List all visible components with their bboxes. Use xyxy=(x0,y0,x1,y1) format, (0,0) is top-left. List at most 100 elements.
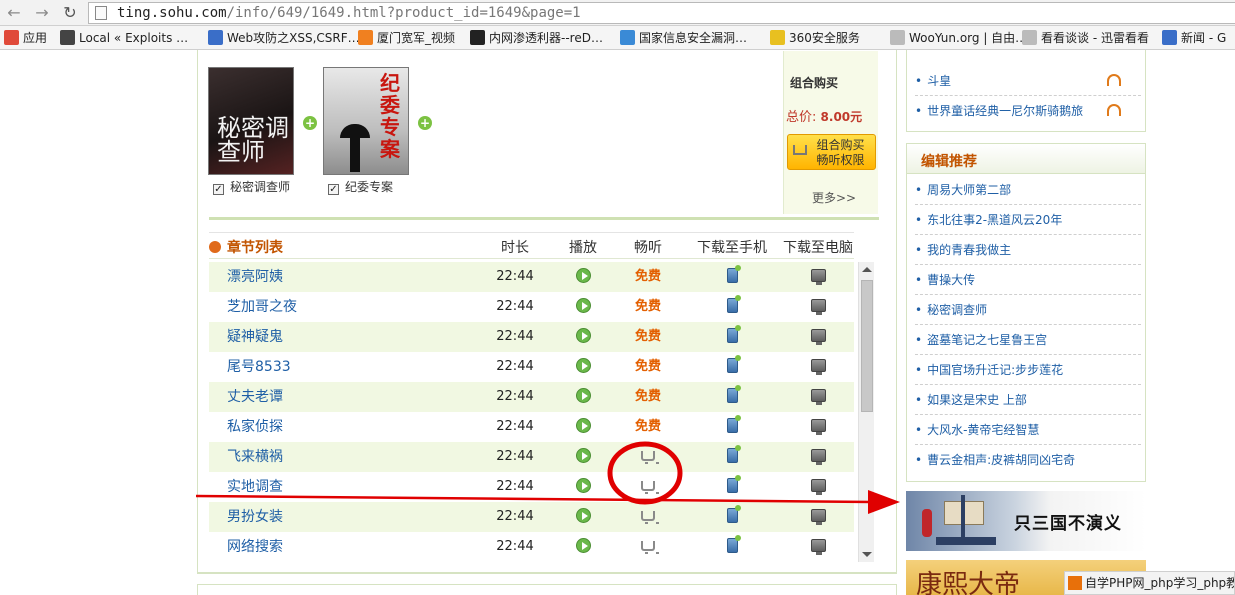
recommend-item[interactable]: 东北往事2-黑道风云20年 xyxy=(915,205,1141,235)
cart-icon[interactable] xyxy=(641,481,659,494)
download-phone-icon[interactable] xyxy=(726,265,741,283)
chapter-duration: 22:44 xyxy=(496,329,534,344)
download-pc-icon[interactable] xyxy=(810,269,826,285)
bookmark-item[interactable]: Local « Exploits … xyxy=(60,29,188,47)
scroll-up-icon[interactable] xyxy=(862,267,872,272)
book-cover-1[interactable]: 秘密调查师 xyxy=(208,67,294,175)
book-cover-2[interactable]: 纪委专案 xyxy=(323,67,409,175)
main-content: 秘密调查师 + 纪委专案 + ✓ 秘密调查师 ✓ 纪委专案 组合购买 总价: 8.0… xyxy=(197,50,897,574)
recommend-item[interactable]: 如果这是宋史 上部 xyxy=(915,385,1141,415)
cart-icon[interactable] xyxy=(641,511,659,524)
sidebar-top-item[interactable]: 斗皇 xyxy=(915,66,1141,96)
download-pc-icon[interactable] xyxy=(810,419,826,435)
chapter-list-label: 章节列表 xyxy=(227,240,283,256)
download-pc-icon[interactable] xyxy=(810,299,826,315)
three-kingdoms-banner[interactable]: 只三国不演义 xyxy=(906,491,1146,551)
recommend-item[interactable]: 大风水-黄帝宅经智慧 xyxy=(915,415,1141,445)
download-pc-icon[interactable] xyxy=(810,329,826,345)
book-2-checkbox-label[interactable]: ✓ 纪委专案 xyxy=(328,178,393,195)
sidebar-top-item[interactable]: 世界童话经典一尼尔斯骑鹅旅 xyxy=(915,96,1141,126)
free-label[interactable]: 免费 xyxy=(635,329,661,344)
bookmark-item[interactable]: 看看谈谈 - 迅雷看看 xyxy=(1022,29,1149,47)
free-label[interactable]: 免费 xyxy=(635,359,661,374)
checkbox-checked-icon[interactable]: ✓ xyxy=(213,184,224,195)
listen-cell xyxy=(615,442,681,472)
play-icon[interactable] xyxy=(575,538,591,553)
download-phone-icon[interactable] xyxy=(726,475,741,493)
play-icon[interactable] xyxy=(575,448,591,463)
download-pc-icon[interactable] xyxy=(810,509,826,525)
recommend-item[interactable]: 秘密调查师 xyxy=(915,295,1141,325)
chapter-title-link[interactable]: 芝加哥之夜 xyxy=(227,292,467,322)
scroll-thumb[interactable] xyxy=(861,280,873,412)
bookmark-item[interactable]: Web攻防之XSS,CSRF… xyxy=(208,29,360,47)
chapter-title-link[interactable]: 私家侦探 xyxy=(227,412,467,442)
download-phone-icon[interactable] xyxy=(726,445,741,463)
play-icon[interactable] xyxy=(575,268,591,283)
bookmark-label: WooYun.org | 自由… xyxy=(909,31,1028,45)
play-icon[interactable] xyxy=(575,298,591,313)
free-label[interactable]: 免费 xyxy=(635,269,661,284)
play-icon[interactable] xyxy=(575,508,591,523)
download-pc-icon[interactable] xyxy=(810,359,826,375)
download-pc-cell xyxy=(782,502,854,532)
download-phone-icon[interactable] xyxy=(726,505,741,523)
bookmark-item[interactable]: 国家信息安全漏洞… xyxy=(620,29,747,47)
sidebar-top-item-label: 世界童话经典一尼尔斯骑鹅旅 xyxy=(927,104,1084,118)
download-phone-icon[interactable] xyxy=(726,385,741,403)
site-watermark: 自学PHP网_php学习_php教 xyxy=(1064,571,1235,595)
book-1-checkbox-label[interactable]: ✓ 秘密调查师 xyxy=(213,178,290,195)
play-icon[interactable] xyxy=(575,478,591,493)
back-icon[interactable]: ← xyxy=(4,3,24,23)
scroll-down-icon[interactable] xyxy=(862,552,872,557)
play-icon[interactable] xyxy=(575,418,591,433)
download-phone-icon[interactable] xyxy=(726,415,741,433)
bookmark-item[interactable]: 厦门宽军_视频 xyxy=(358,29,455,47)
chapter-title-link[interactable]: 疑神疑鬼 xyxy=(227,322,467,352)
download-phone-icon[interactable] xyxy=(726,535,741,553)
play-icon[interactable] xyxy=(575,358,591,373)
chapter-title-link[interactable]: 飞来横祸 xyxy=(227,442,467,472)
bookmark-item[interactable]: 应用 xyxy=(4,29,47,47)
free-label[interactable]: 免费 xyxy=(635,389,661,404)
recommend-item[interactable]: 周易大师第二部 xyxy=(915,175,1141,205)
listen-cell xyxy=(615,472,681,502)
chapter-title-link[interactable]: 尾号8533 xyxy=(227,352,467,382)
recommend-item[interactable]: 我的青春我做主 xyxy=(915,235,1141,265)
chapter-title-link[interactable]: 丈夫老谭 xyxy=(227,382,467,412)
bookmark-item[interactable]: 内网渗透利器--reD… xyxy=(470,29,603,47)
address-bar[interactable]: ting.sohu.com/info/649/1649.html?product… xyxy=(88,2,1235,24)
url-text[interactable]: ting.sohu.com/info/649/1649.html?product… xyxy=(117,5,581,21)
more-link[interactable]: 更多>> xyxy=(812,189,856,206)
checkbox-checked-icon[interactable]: ✓ xyxy=(328,184,339,195)
reload-icon[interactable]: ↻ xyxy=(60,3,80,23)
play-icon[interactable] xyxy=(575,388,591,403)
free-label[interactable]: 免费 xyxy=(635,299,661,314)
cart-icon[interactable] xyxy=(641,451,659,464)
download-phone-icon[interactable] xyxy=(726,355,741,373)
chapter-scrollbar[interactable] xyxy=(858,262,874,562)
bookmark-item[interactable]: 360安全服务 xyxy=(770,29,860,47)
chapter-title-link[interactable]: 男扮女装 xyxy=(227,502,467,532)
recommend-item[interactable]: 曹操大传 xyxy=(915,265,1141,295)
recommend-item[interactable]: 曹云金相声:皮裤胡同凶宅奇 xyxy=(915,445,1141,475)
forward-icon[interactable]: → xyxy=(32,3,52,23)
bookmark-item[interactable]: WooYun.org | 自由… xyxy=(890,29,1027,47)
download-pc-icon[interactable] xyxy=(810,539,826,555)
download-phone-icon[interactable] xyxy=(726,325,741,343)
bookmark-item[interactable]: 新闻 - G xyxy=(1162,29,1226,47)
download-phone-icon[interactable] xyxy=(726,295,741,313)
chapter-title-link[interactable]: 漂亮阿姨 xyxy=(227,262,467,292)
free-label[interactable]: 免费 xyxy=(635,419,661,434)
play-icon[interactable] xyxy=(575,328,591,343)
recommend-item[interactable]: 盗墓笔记之七星鲁王宫 xyxy=(915,325,1141,355)
combo-buy-button[interactable]: 组合购买 畅听权限 xyxy=(787,134,876,170)
bookmark-favicon-icon xyxy=(890,30,905,45)
download-pc-icon[interactable] xyxy=(810,449,826,465)
download-pc-icon[interactable] xyxy=(810,389,826,405)
recommend-item[interactable]: 中国官场升迁记:步步莲花 xyxy=(915,355,1141,385)
cart-icon[interactable] xyxy=(641,541,659,554)
download-pc-icon[interactable] xyxy=(810,479,826,495)
chapter-title-link[interactable]: 网络搜索 xyxy=(227,532,467,562)
chapter-title-link[interactable]: 实地调查 xyxy=(227,472,467,502)
